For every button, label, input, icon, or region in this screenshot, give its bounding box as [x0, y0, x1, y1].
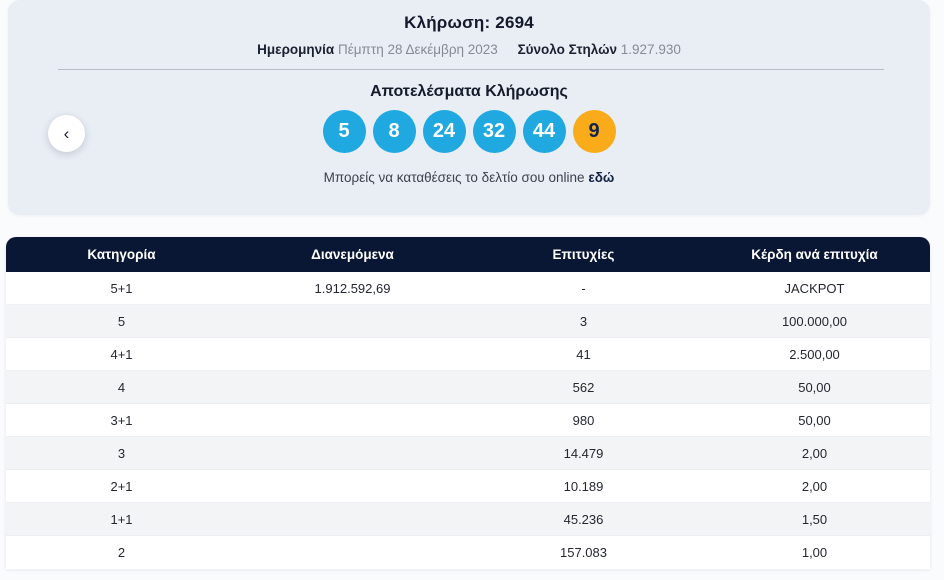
- header-prize-per-win: Κέρδη ανά επιτυχία: [699, 247, 930, 262]
- table-header-row: Κατηγορία Διανεμόμενα Επιτυχίες Κέρδη αν…: [6, 237, 930, 272]
- cell-winners: 14.479: [468, 446, 699, 461]
- cell-prize: 1,00: [699, 545, 930, 560]
- cell-category: 2: [6, 545, 237, 560]
- cell-category: 1+1: [6, 512, 237, 527]
- columns-label: Σύνολο Στηλών: [518, 42, 617, 57]
- table-row: 4+1 41 2.500,00: [6, 338, 930, 371]
- drawn-numbers: 5 8 24 32 44 9: [8, 110, 930, 153]
- cell-winners: -: [468, 281, 699, 296]
- previous-draw-button[interactable]: ‹: [48, 115, 85, 152]
- cell-category: 5: [6, 314, 237, 329]
- cell-category: 4+1: [6, 347, 237, 362]
- cell-category: 4: [6, 380, 237, 395]
- table-row: 2 157.083 1,00: [6, 536, 930, 569]
- number-ball: 44: [523, 110, 566, 153]
- table-row: 2+1 10.189 2,00: [6, 470, 930, 503]
- page-title: Κλήρωση: 2694: [8, 0, 930, 33]
- note-text: Μπορείς να καταθέσεις το δελτίο σου onli…: [324, 170, 585, 185]
- cell-winners: 3: [468, 314, 699, 329]
- draw-meta: Ημερομηνία Πέμπτη 28 Δεκέμβρη 2023 Σύνολ…: [8, 42, 930, 57]
- date-label: Ημερομηνία: [257, 42, 334, 57]
- online-note: Μπορείς να καταθέσεις το δελτίο σου onli…: [8, 170, 930, 185]
- cell-prize: 1,50: [699, 512, 930, 527]
- table-row: 3+1 980 50,00: [6, 404, 930, 437]
- cell-winners: 10.189: [468, 479, 699, 494]
- results-heading: Αποτελέσματα Κλήρωσης: [8, 83, 930, 101]
- table-row: 3 14.479 2,00: [6, 437, 930, 470]
- header-winners: Επιτυχίες: [468, 247, 699, 262]
- number-ball: 32: [473, 110, 516, 153]
- cell-distributed: 1.912.592,69: [237, 281, 468, 296]
- joker-number-ball: 9: [573, 110, 616, 153]
- cell-winners: 41: [468, 347, 699, 362]
- table-body: 5+1 1.912.592,69 - JACKPOT 5 3 100.000,0…: [6, 272, 930, 569]
- cell-category: 2+1: [6, 479, 237, 494]
- cell-prize: 2,00: [699, 446, 930, 461]
- cell-category: 3: [6, 446, 237, 461]
- header-distributed: Διανεμόμενα: [237, 247, 468, 262]
- table-row: 4 562 50,00: [6, 371, 930, 404]
- cell-winners: 980: [468, 413, 699, 428]
- table-row: 5 3 100.000,00: [6, 305, 930, 338]
- divider: [58, 69, 884, 70]
- table-row: 1+1 45.236 1,50: [6, 503, 930, 536]
- cell-prize: 50,00: [699, 380, 930, 395]
- cell-prize: 2.500,00: [699, 347, 930, 362]
- total-columns: Σύνολο Στηλών 1.927.930: [518, 42, 681, 57]
- table-row: 5+1 1.912.592,69 - JACKPOT: [6, 272, 930, 305]
- cell-winners: 45.236: [468, 512, 699, 527]
- cell-winners: 562: [468, 380, 699, 395]
- note-link[interactable]: εδώ: [588, 170, 614, 185]
- prize-table: Κατηγορία Διανεμόμενα Επιτυχίες Κέρδη αν…: [6, 237, 930, 569]
- cell-prize: JACKPOT: [699, 281, 930, 296]
- chevron-left-icon: ‹: [64, 124, 70, 143]
- draw-summary-panel: Κλήρωση: 2694 Ημερομηνία Πέμπτη 28 Δεκέμ…: [8, 0, 930, 215]
- number-ball: 5: [323, 110, 366, 153]
- number-ball: 24: [423, 110, 466, 153]
- cell-category: 3+1: [6, 413, 237, 428]
- cell-winners: 157.083: [468, 545, 699, 560]
- cell-prize: 2,00: [699, 479, 930, 494]
- number-ball: 8: [373, 110, 416, 153]
- cell-prize: 100.000,00: [699, 314, 930, 329]
- header-category: Κατηγορία: [6, 247, 237, 262]
- draw-date: Ημερομηνία Πέμπτη 28 Δεκέμβρη 2023: [257, 42, 498, 57]
- date-value: Πέμπτη 28 Δεκέμβρη 2023: [338, 42, 498, 57]
- cell-prize: 50,00: [699, 413, 930, 428]
- columns-value: 1.927.930: [621, 42, 681, 57]
- cell-category: 5+1: [6, 281, 237, 296]
